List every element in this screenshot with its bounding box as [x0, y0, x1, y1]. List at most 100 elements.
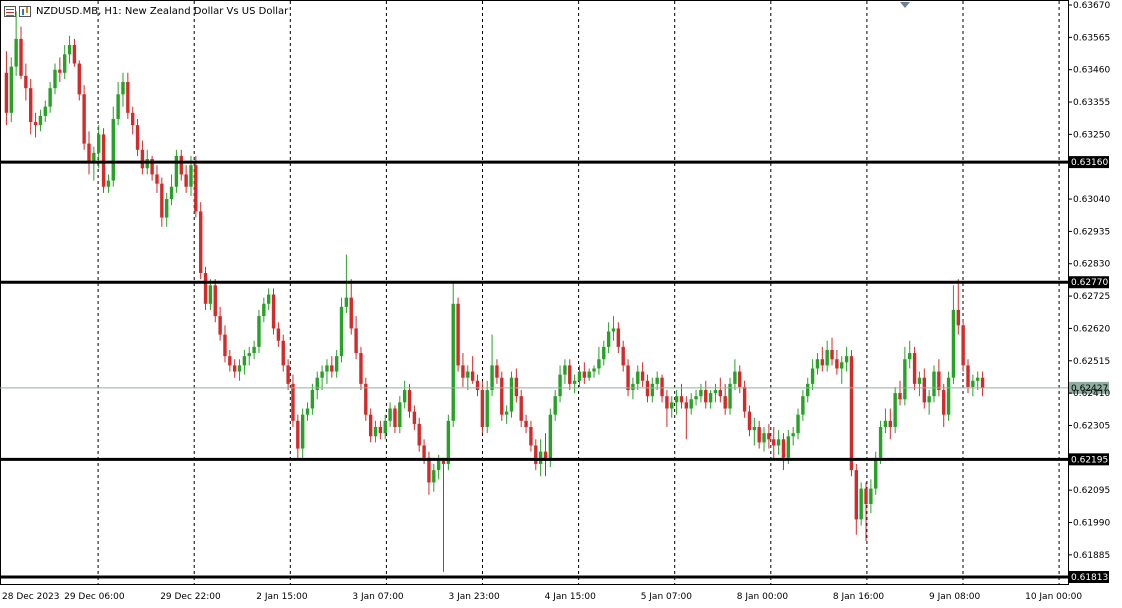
candle-body [621, 346, 625, 366]
candle-body [121, 82, 125, 95]
candle-body [500, 377, 504, 415]
candle-body [412, 411, 417, 424]
candle-body [582, 371, 587, 378]
candle-body [538, 451, 543, 464]
candle-body [781, 439, 786, 458]
candle-body [33, 122, 38, 126]
price-tick-label: 0.63460 [1073, 66, 1110, 76]
candle-body [611, 328, 616, 332]
candle-body [456, 303, 460, 366]
candle-body [330, 365, 334, 372]
scroll-marker-icon[interactable] [900, 2, 910, 8]
candle-body [262, 303, 266, 317]
candle-body [198, 211, 203, 273]
candle-body [72, 45, 77, 64]
candle-body [466, 371, 470, 378]
time-tick-label: 3 Jan 07:00 [352, 592, 404, 602]
candle-body [830, 349, 834, 360]
candle-body [111, 118, 115, 181]
chart-list-icon[interactable] [4, 5, 16, 17]
candle-body [451, 303, 455, 421]
candle-body [24, 75, 28, 89]
candle-body [291, 383, 295, 421]
candle-body [645, 380, 650, 397]
candle-body [529, 426, 533, 446]
candle-body [305, 408, 310, 415]
candle-body [339, 306, 344, 357]
candle-body [349, 297, 353, 329]
candle-body [145, 159, 149, 169]
candle-body [844, 356, 849, 363]
candle-body [101, 134, 106, 187]
candle-body [126, 82, 130, 113]
candle-body [655, 377, 659, 384]
candle-body [946, 377, 951, 415]
time-tick-label: 29 Dec 06:00 [64, 592, 125, 602]
candle-body [296, 420, 300, 449]
candle-body [558, 374, 562, 397]
candle-body [368, 414, 373, 437]
candle-body [723, 396, 727, 409]
candle-body [563, 365, 567, 375]
candle-body [772, 439, 776, 446]
candle-body [684, 402, 689, 409]
price-tick-label: 0.63670 [1073, 1, 1110, 11]
price-tick-label: 0.61990 [1073, 518, 1110, 528]
candle-body [189, 165, 193, 187]
candle-body [636, 371, 640, 384]
candle-body [640, 371, 645, 381]
candle-body [961, 325, 965, 366]
chart-border [0, 0, 1069, 585]
candle-body [160, 183, 164, 218]
time-tick-label: 28 Dec 2023 [2, 592, 60, 602]
candle-body [553, 396, 557, 415]
chart-title-bar: NZDUSD.MB, H1: New Zealand Dollar Vs US … [4, 4, 288, 18]
chart-bars-icon[interactable] [19, 5, 31, 17]
level-price-label: 0.61813 [1071, 573, 1108, 583]
candle-body [169, 186, 174, 200]
candle-body [534, 445, 538, 464]
candle-body [38, 115, 43, 126]
candle-body [9, 66, 13, 113]
candle-body [825, 349, 829, 366]
candle-body [631, 383, 635, 391]
candle-body [4, 72, 9, 113]
candle-body [58, 69, 62, 73]
candle-body [791, 433, 795, 437]
candle-body [325, 365, 329, 372]
candle-body [742, 386, 747, 412]
candle-body [616, 328, 621, 347]
candlestick-chart[interactable]: 0.631600.627700.621950.618130.62427 0.63… [0, 0, 1122, 608]
candle-body [519, 396, 523, 421]
candle-body [53, 69, 57, 89]
candle-body [665, 396, 669, 409]
candle-body [568, 365, 572, 384]
candle-body [422, 445, 426, 458]
candle-body [271, 294, 276, 329]
candle-body [694, 396, 698, 400]
candle-body [752, 426, 757, 431]
candle-body [140, 149, 145, 169]
candle-body [699, 390, 703, 397]
candle-body [373, 426, 378, 437]
level-price-label: 0.62195 [1071, 455, 1108, 465]
candle-body [393, 408, 397, 427]
candle-body [859, 488, 863, 520]
candle-body [480, 390, 485, 427]
time-tick-label: 2 Jan 15:00 [256, 592, 308, 602]
price-tick-label: 0.63355 [1073, 98, 1110, 108]
candle-body [237, 365, 242, 372]
candle-body [689, 399, 693, 409]
candle-body [398, 402, 402, 427]
candle-body [776, 439, 781, 446]
candle-body [320, 371, 324, 378]
candle-body [470, 371, 475, 381]
candle-body [738, 371, 742, 387]
candle-body [747, 411, 752, 431]
price-tick-label: 0.62935 [1073, 227, 1110, 237]
candle-body [704, 390, 708, 403]
candle-body [495, 365, 499, 378]
candle-body [436, 460, 441, 471]
candle-body [922, 377, 926, 403]
symbol-description: New Zealand Dollar Vs US Dollar [124, 5, 289, 17]
